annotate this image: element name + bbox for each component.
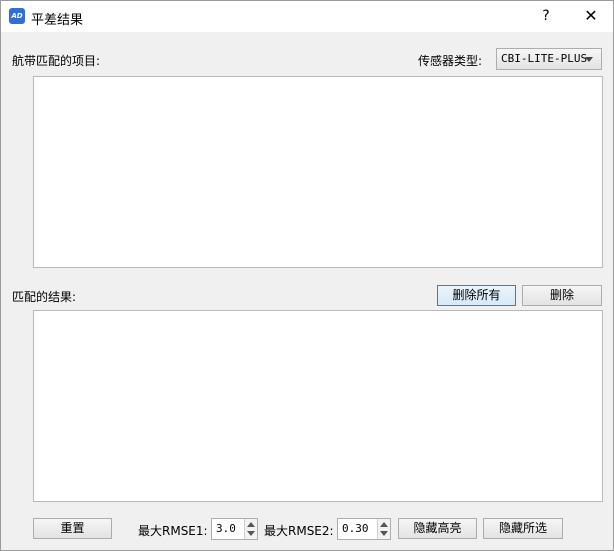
sensor-type-value: CBI-LITE-PLUS (501, 52, 588, 65)
rmse2-label: 最大RMSE2: (264, 522, 334, 539)
rmse2-label-text: 最大RMSE2: (264, 524, 334, 538)
rmse2-spinbox[interactable]: 0.30 (337, 518, 391, 540)
rmse2-value: 0.30 (342, 522, 369, 535)
sensor-type-select[interactable]: CBI-LITE-PLUS (496, 48, 602, 70)
rmse1-spinbox[interactable]: 3.0 (211, 518, 258, 540)
rmse1-label: 最大RMSE1: (138, 522, 208, 539)
close-icon[interactable]: ✕ (577, 6, 605, 26)
rmse1-label-text: 最大RMSE1: (138, 524, 208, 538)
hide-highlight-button[interactable]: 隐藏高亮 (398, 518, 477, 539)
rmse1-stepper[interactable] (244, 519, 257, 539)
delete-button[interactable]: 删除 (522, 285, 602, 306)
help-icon[interactable]: ? (536, 6, 556, 26)
title-bar[interactable]: AD 平差结果 ? ✕ (1, 1, 613, 32)
sensor-type-label: 传感器类型: (418, 54, 483, 68)
rmse2-stepper[interactable] (377, 519, 390, 539)
match-result-label: 匹配的结果: (12, 290, 77, 304)
arrow-up-icon[interactable] (247, 522, 255, 527)
strip-match-label: 航带匹配的项目: (12, 54, 101, 68)
arrow-down-icon[interactable] (247, 531, 255, 536)
arrow-up-icon[interactable] (380, 522, 388, 527)
dialog-window: AD 平差结果 ? ✕ 航带匹配的项目: 传感器类型: CBI-LITE-PLU… (0, 0, 614, 551)
window-title: 平差结果 (31, 13, 84, 28)
strip-match-list[interactable] (33, 76, 603, 268)
rmse1-value: 3.0 (216, 522, 236, 535)
reset-button[interactable]: 重置 (33, 518, 112, 539)
app-logo-icon: AD (9, 8, 25, 24)
arrow-down-icon[interactable] (380, 531, 388, 536)
chevron-down-icon (585, 57, 593, 62)
match-result-list[interactable] (33, 310, 603, 502)
delete-all-button[interactable]: 删除所有 (437, 285, 516, 306)
hide-selected-button[interactable]: 隐藏所选 (483, 518, 563, 539)
